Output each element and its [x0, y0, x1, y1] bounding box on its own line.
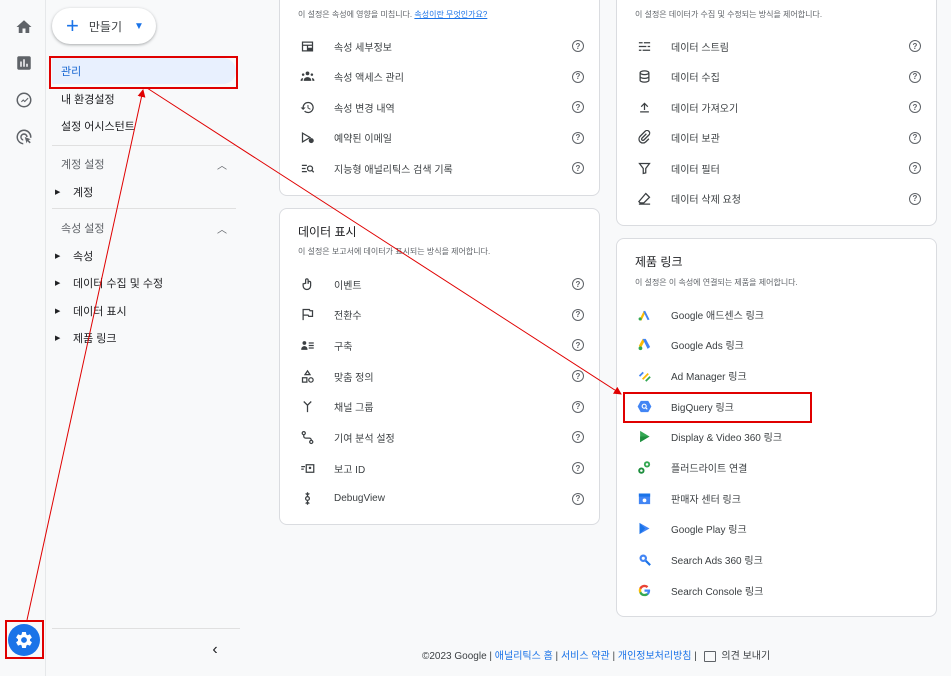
- annotation-arrows: [26, 87, 622, 621]
- arrow-gear-to-admin: [26, 89, 146, 621]
- arrow-admin-to-bigquery: [146, 87, 622, 395]
